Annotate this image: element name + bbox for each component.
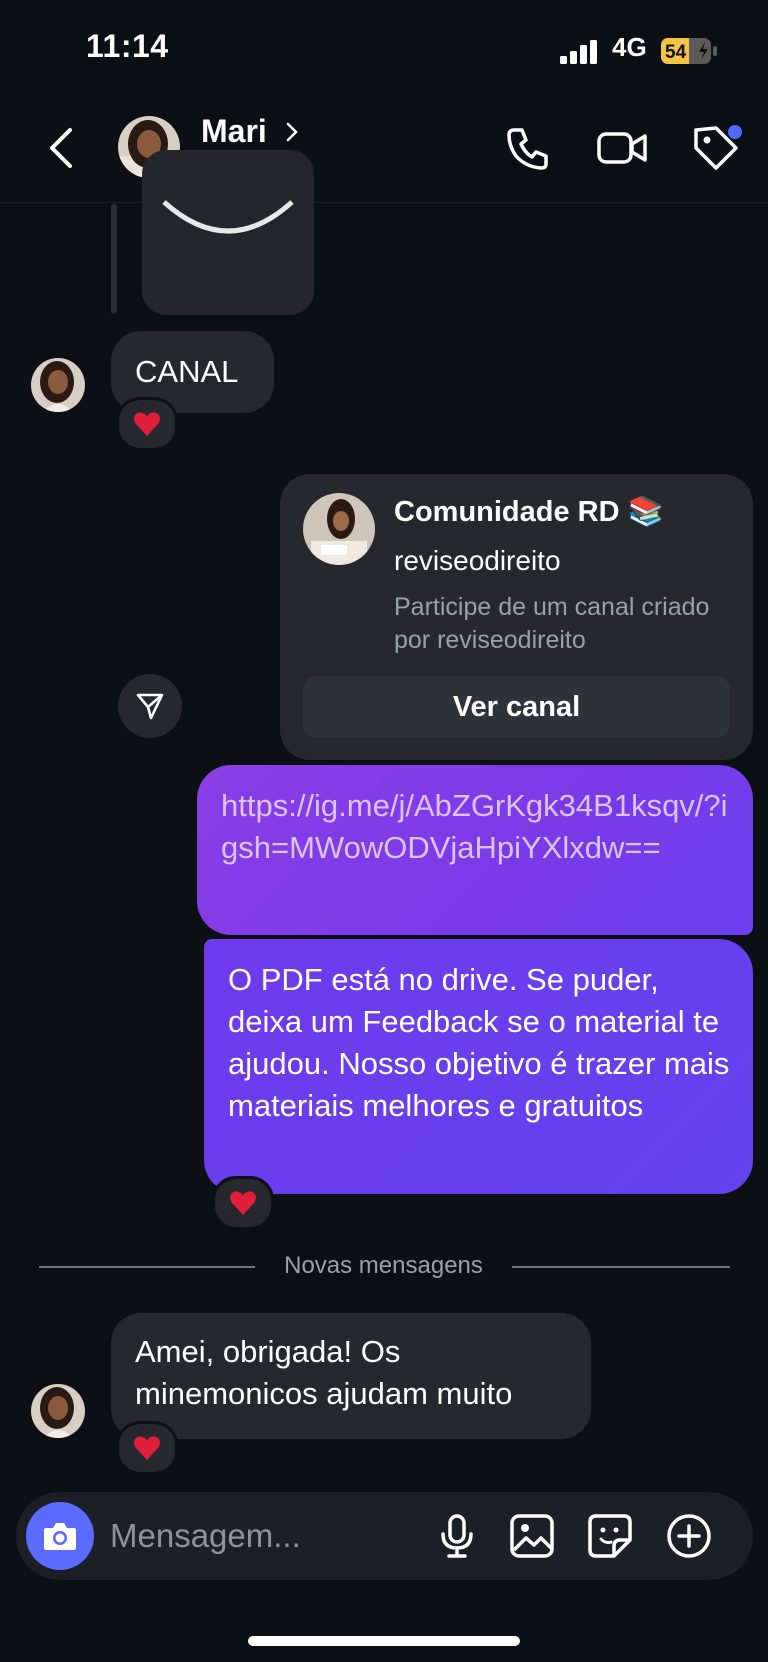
camera-button[interactable]	[26, 1502, 94, 1570]
channel-title: Comunidade RD 📚	[394, 496, 664, 528]
reply-indicator	[111, 204, 117, 314]
video-call-icon[interactable]	[596, 124, 648, 172]
heart-icon	[134, 1436, 160, 1460]
battery-level: 54	[665, 42, 687, 63]
phone-icon[interactable]	[504, 124, 552, 172]
send-icon	[136, 693, 164, 720]
signal-icon	[560, 40, 597, 64]
outgoing-message-bubble[interactable]: https://ig.me/j/AbZGrKgk34B1ksqv/?igsh=M…	[197, 765, 753, 935]
message-text: CANAL	[135, 354, 239, 389]
media-thumbnail	[162, 200, 294, 234]
home-indicator[interactable]	[248, 1636, 520, 1646]
message-text: O PDF está no drive. Se puder, deixa um …	[228, 962, 730, 1123]
network-type: 4G	[612, 32, 647, 62]
outgoing-message-bubble[interactable]: O PDF está no drive. Se puder, deixa um …	[204, 939, 753, 1194]
message-bubble[interactable]: Amei, obrigada! Os minemonicos ajudam mu…	[111, 1313, 591, 1439]
channel-account: reviseodireito	[394, 545, 561, 576]
divider-line	[512, 1266, 730, 1268]
back-arrow-icon[interactable]	[44, 124, 80, 172]
notification-dot	[728, 125, 742, 139]
message-input[interactable]	[110, 1514, 410, 1558]
message-link[interactable]: https://ig.me/j/AbZGrKgk34B1ksqv/?igsh=M…	[221, 785, 741, 869]
view-channel-button[interactable]: Ver canal	[303, 676, 730, 738]
battery-icon: 54	[661, 38, 717, 64]
microphone-icon[interactable]	[433, 1512, 481, 1560]
gallery-icon[interactable]	[508, 1512, 556, 1560]
sticker-icon[interactable]	[586, 1512, 634, 1560]
heart-icon	[230, 1191, 256, 1215]
avatar[interactable]	[31, 1384, 85, 1438]
shared-media-preview[interactable]	[142, 150, 314, 315]
message-text: Amei, obrigada! Os minemonicos ajudam mu…	[135, 1334, 513, 1411]
reaction-badge[interactable]	[116, 397, 178, 451]
reaction-badge[interactable]	[116, 1421, 178, 1475]
plus-circle-icon[interactable]	[665, 1512, 713, 1560]
channel-description: Participe de um canal criado por reviseo…	[394, 593, 710, 654]
divider-line	[39, 1266, 255, 1268]
status-time: 11:14	[86, 28, 169, 64]
heart-icon	[134, 412, 160, 436]
contact-name[interactable]: Mari	[201, 113, 267, 150]
chat-header	[0, 100, 768, 203]
reaction-badge[interactable]	[212, 1176, 274, 1230]
channel-avatar	[303, 493, 375, 565]
camera-icon	[44, 1523, 76, 1550]
share-button[interactable]	[118, 674, 182, 738]
avatar[interactable]	[31, 358, 85, 412]
new-messages-label: Novas mensagens	[284, 1252, 483, 1279]
chevron-right-icon[interactable]	[284, 120, 300, 144]
